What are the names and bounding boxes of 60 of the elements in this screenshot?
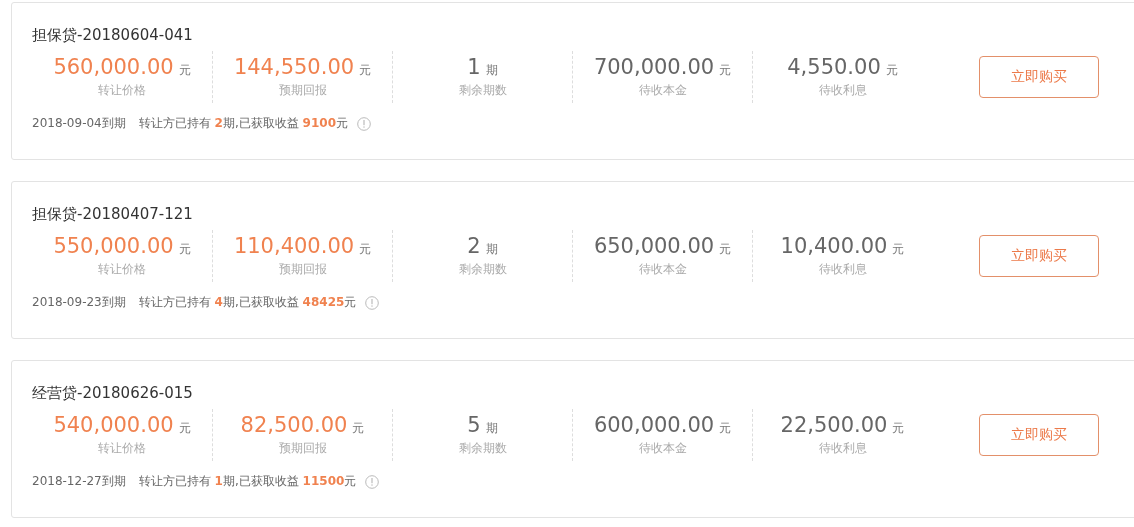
unit-label: 元 <box>885 62 898 79</box>
stat-label: 预期回报 <box>278 82 327 99</box>
loan-title: 担保贷-20180407-121 <box>32 204 194 225</box>
stat-label: 预期回报 <box>278 440 327 457</box>
unit-label: 元 <box>719 420 732 437</box>
stat-value: 540,000.00 <box>53 413 174 437</box>
unit-label: 期 <box>485 420 498 437</box>
due-date: 2018-09-23到期 <box>32 294 126 311</box>
buy-button[interactable]: 立即购买 <box>979 56 1099 98</box>
unit-label: 元 <box>359 62 372 79</box>
stat-value: 560,000.00 <box>53 55 174 79</box>
stat-value: 550,000.00 <box>53 234 174 258</box>
unit-label: 元 <box>359 241 372 258</box>
unit-label: 元 <box>178 241 191 258</box>
loan-title: 担保贷-20180604-041 <box>32 25 194 46</box>
due-date: 2018-09-04到期 <box>32 115 126 132</box>
buy-button[interactable]: 立即购买 <box>979 235 1099 277</box>
info-icon[interactable] <box>357 116 371 131</box>
stat-label: 剩余期数 <box>458 261 507 278</box>
unit-label: 元 <box>892 241 905 258</box>
unit-label: 期 <box>485 62 498 79</box>
stat-label: 转让价格 <box>98 261 146 278</box>
holding-note: 转让方已持有 4期,已获取收益 48425元 <box>138 294 357 311</box>
stat-label: 待收利息 <box>818 261 867 278</box>
unit-label: 元 <box>719 241 732 258</box>
unit-label: 元 <box>352 420 365 437</box>
stat-value: 5 <box>467 413 481 437</box>
stat-value: 10,400.00 <box>780 234 888 258</box>
stat-label: 待收利息 <box>818 82 867 99</box>
due-date: 2018-12-27到期 <box>32 473 126 490</box>
stat-label: 转让价格 <box>98 82 146 99</box>
stat-label: 待收本金 <box>638 440 687 457</box>
stat-value: 22,500.00 <box>780 413 888 437</box>
unit-label: 元 <box>178 62 191 79</box>
buy-button[interactable]: 立即购买 <box>979 414 1099 456</box>
stat-label: 转让价格 <box>98 440 146 457</box>
stat-label: 预期回报 <box>278 261 327 278</box>
stat-value: 1 <box>467 55 481 79</box>
loan-title: 经营贷-20180626-015 <box>32 383 194 404</box>
info-icon[interactable] <box>365 474 380 489</box>
stat-value: 2 <box>467 234 481 258</box>
stat-label: 待收利息 <box>818 440 867 457</box>
stat-label: 待收本金 <box>638 82 687 99</box>
stat-value: 82,500.00 <box>240 413 348 437</box>
stat-value: 600,000.00 <box>593 413 715 437</box>
holding-note: 转让方已持有 1期,已获取收益 11500元 <box>138 473 357 490</box>
stat-value: 110,400.00 <box>233 234 355 258</box>
info-icon[interactable] <box>365 295 380 310</box>
unit-label: 元 <box>178 420 191 437</box>
stat-value: 4,550.00 <box>787 55 881 79</box>
unit-label: 期 <box>485 241 498 258</box>
unit-label: 元 <box>892 420 905 437</box>
stat-label: 剩余期数 <box>458 82 507 99</box>
unit-label: 元 <box>719 62 732 79</box>
stat-label: 待收本金 <box>638 261 687 278</box>
holding-note: 转让方已持有 2期,已获取收益 9100元 <box>138 115 348 132</box>
stat-value: 144,550.00 <box>233 55 355 79</box>
stat-label: 剩余期数 <box>458 440 507 457</box>
stat-value: 650,000.00 <box>593 234 715 258</box>
stat-value: 700,000.00 <box>593 55 715 79</box>
